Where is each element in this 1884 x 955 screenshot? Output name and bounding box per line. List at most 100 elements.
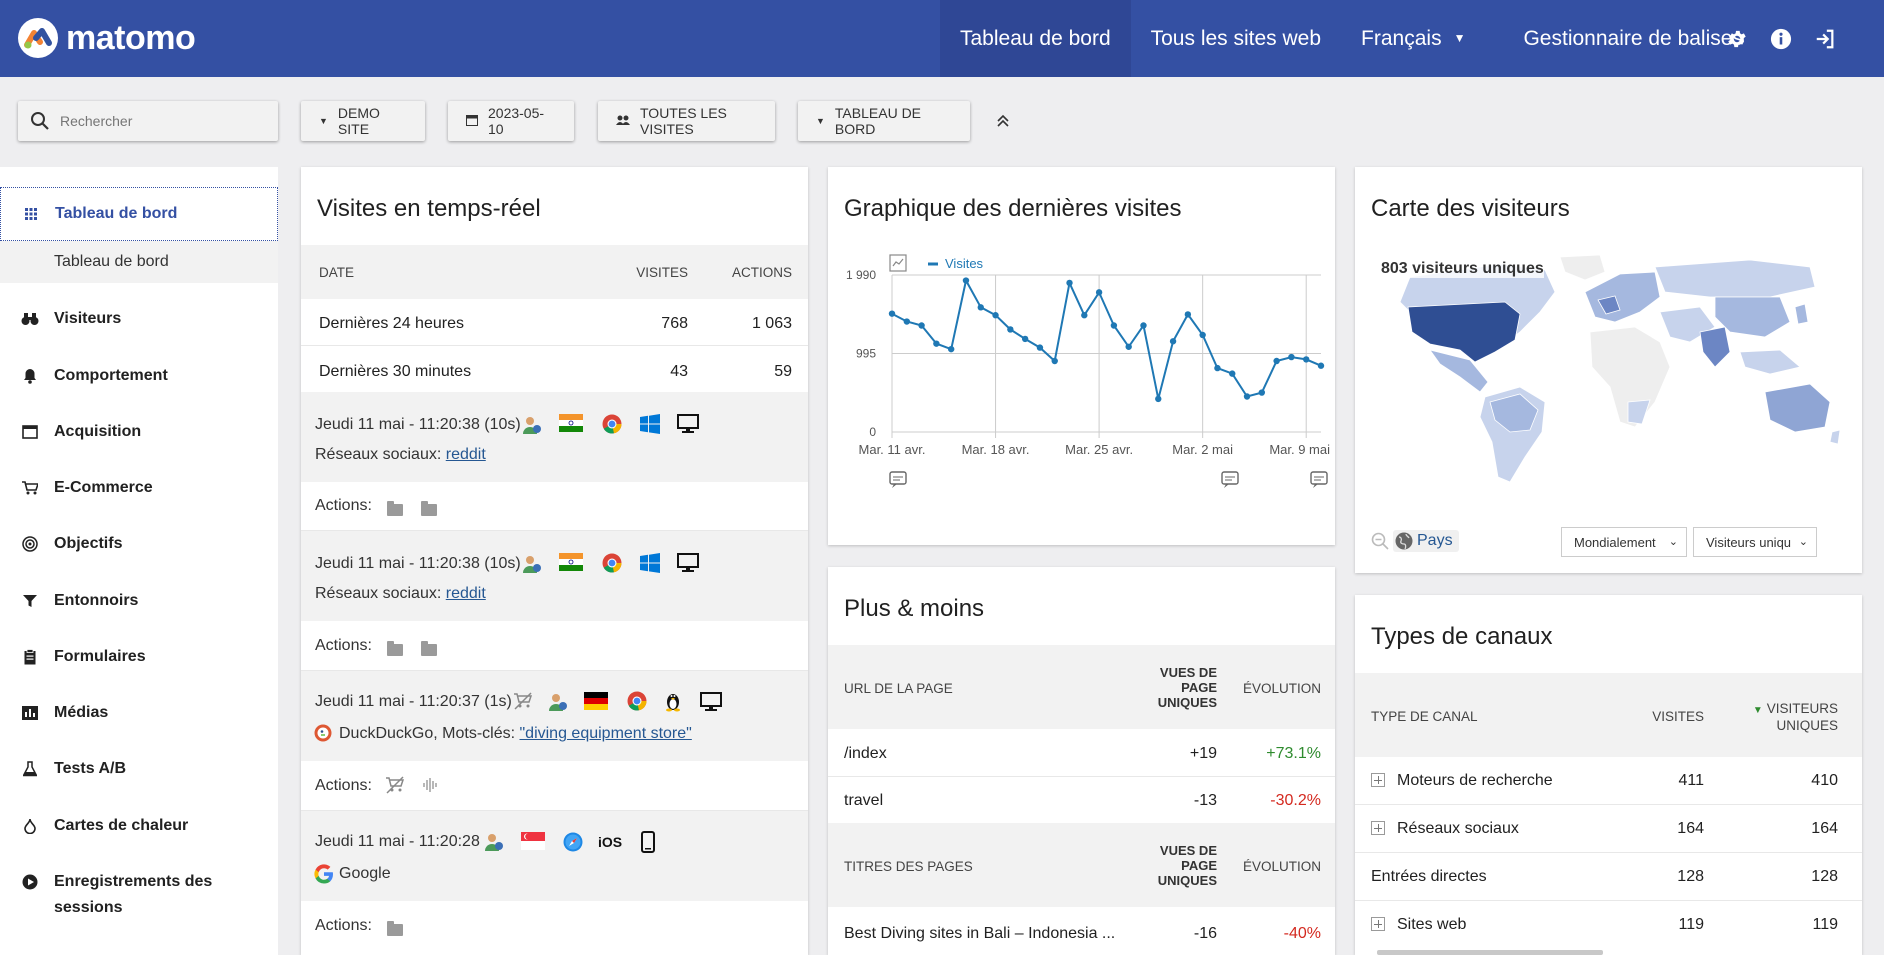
- desktop-icon: [677, 553, 699, 575]
- data-point[interactable]: [1243, 393, 1251, 400]
- referrer-link[interactable]: reddit: [446, 585, 486, 602]
- expand-plus-icon[interactable]: [1371, 773, 1385, 787]
- gear-icon[interactable]: [1715, 17, 1759, 61]
- info-icon[interactable]: [1759, 17, 1803, 61]
- annotation-icon[interactable]: [889, 471, 907, 488]
- world-map[interactable]: [1370, 252, 1850, 492]
- data-point[interactable]: [1066, 279, 1073, 287]
- horizontal-scrollbar[interactable]: [1377, 950, 1603, 955]
- sidebar-item-dashboard[interactable]: Tableau de bord: [0, 187, 278, 241]
- data-point[interactable]: [1021, 335, 1029, 343]
- sidebar-item-media[interactable]: Médias: [0, 698, 278, 728]
- site-selector[interactable]: ▼ DEMO SITE: [301, 101, 425, 141]
- data-point[interactable]: [1155, 395, 1162, 403]
- column-header-unique-visitors[interactable]: ▼ VISITEURS UNIQUES: [1746, 701, 1838, 733]
- chart-y-ticks: 1 990 995 0: [846, 268, 876, 439]
- data-point[interactable]: [1081, 312, 1088, 319]
- segment-selector[interactable]: TOUTES LES VISITES: [598, 101, 775, 141]
- data-point[interactable]: [1214, 364, 1221, 372]
- nav-dashboard[interactable]: Tableau de bord: [940, 0, 1131, 77]
- data-point[interactable]: [933, 340, 940, 347]
- data-point[interactable]: [1125, 343, 1132, 350]
- folder-icon[interactable]: [421, 641, 437, 656]
- data-point[interactable]: [1036, 344, 1044, 351]
- sidebar-item-ab-tests[interactable]: Tests A/B: [0, 754, 278, 784]
- data-point[interactable]: [888, 310, 896, 317]
- dashboard-selector[interactable]: ▼ TABLEAU DE BORD: [798, 101, 970, 141]
- date-selector[interactable]: 2023-05-10: [448, 101, 574, 141]
- data-point[interactable]: [1303, 356, 1310, 363]
- visits-graph-widget: Graphique des dernières visites Visites …: [828, 167, 1335, 545]
- visits-line-chart[interactable]: Visites 1 990 995 0 Mar. 11 avr. Mar. 18 av…: [828, 252, 1335, 502]
- sidebar-item-forms[interactable]: Formulaires: [0, 642, 278, 672]
- widget-title: Types de canaux: [1371, 623, 1553, 650]
- region-japan[interactable]: [1794, 303, 1809, 325]
- region-russia[interactable]: [1654, 259, 1816, 298]
- sidebar-item-session-recordings[interactable]: Enregistrements des sessions: [0, 867, 278, 916]
- region-china[interactable]: [1714, 296, 1791, 338]
- expand-plus-icon[interactable]: [1371, 821, 1385, 835]
- referrer-link[interactable]: reddit: [446, 446, 486, 463]
- region-southeast-asia[interactable]: [1739, 349, 1801, 375]
- data-point[interactable]: [947, 345, 955, 353]
- metric-select[interactable]: Visiteurs uniqu ⌄: [1693, 527, 1817, 557]
- region-europe[interactable]: [1584, 271, 1661, 323]
- region-new-zealand[interactable]: [1829, 429, 1841, 445]
- search-box[interactable]: [18, 101, 278, 141]
- annotation-icon[interactable]: [1310, 471, 1328, 488]
- data-point[interactable]: [1288, 353, 1295, 361]
- nav-all-sites[interactable]: Tous les sites web: [1131, 0, 1341, 77]
- region-usa[interactable]: [1407, 301, 1521, 363]
- data-point[interactable]: [1273, 357, 1280, 365]
- folder-icon[interactable]: [421, 501, 437, 516]
- region-australia[interactable]: [1764, 383, 1831, 433]
- visit-entry[interactable]: Jeudi 11 mai - 11:20:28 iOS Google: [301, 811, 808, 901]
- data-point[interactable]: [1095, 289, 1103, 296]
- collapse-chevron-up-icon[interactable]: [990, 108, 1016, 134]
- no-cart-icon[interactable]: [385, 776, 407, 798]
- folder-icon[interactable]: [387, 641, 403, 656]
- pays-button[interactable]: Pays: [1393, 530, 1459, 552]
- data-point[interactable]: [1007, 326, 1014, 333]
- data-point[interactable]: [992, 312, 999, 319]
- zoom-out-icon[interactable]: [1371, 532, 1389, 555]
- search-input[interactable]: [60, 113, 260, 129]
- region-select[interactable]: Mondialement ⌄: [1561, 527, 1687, 557]
- data-point[interactable]: [1258, 389, 1266, 396]
- sidebar-item-ecommerce[interactable]: E-Commerce: [0, 473, 278, 503]
- visit-entry[interactable]: Jeudi 11 mai - 11:20:38 (10s) Réseaux so…: [301, 392, 808, 482]
- data-point[interactable]: [918, 322, 925, 329]
- audio-wave-icon[interactable]: [421, 776, 443, 798]
- folder-icon[interactable]: [387, 501, 403, 516]
- sidebar-item-behaviour[interactable]: Comportement: [0, 361, 278, 391]
- data-point[interactable]: [1140, 322, 1147, 329]
- folder-icon[interactable]: [387, 921, 403, 936]
- region-greenland[interactable]: [1559, 254, 1606, 281]
- data-point[interactable]: [1229, 370, 1236, 377]
- data-point[interactable]: [1199, 331, 1206, 339]
- sidebar-item-visitors[interactable]: Visiteurs: [0, 304, 278, 334]
- linux-icon: [664, 690, 686, 712]
- sidebar-item-heatmaps[interactable]: Cartes de chaleur: [0, 811, 278, 841]
- referrer-link[interactable]: "diving equipment store": [519, 725, 691, 742]
- data-point[interactable]: [903, 318, 910, 325]
- visit-entry[interactable]: Jeudi 11 mai - 11:20:37 (1s) DuckDuckGo,…: [301, 671, 808, 761]
- visit-entry[interactable]: Jeudi 11 mai - 11:20:38 (10s) Réseaux so…: [301, 531, 808, 621]
- region-india[interactable]: [1699, 326, 1731, 368]
- nav-language[interactable]: Français ▼: [1341, 0, 1485, 77]
- matomo-logo[interactable]: matomo: [18, 18, 196, 58]
- sidebar-item-funnels[interactable]: Entonnoirs: [0, 586, 278, 616]
- data-point[interactable]: [1169, 338, 1177, 345]
- data-point[interactable]: [1110, 322, 1118, 329]
- data-point[interactable]: [977, 304, 984, 311]
- data-point[interactable]: [962, 277, 970, 284]
- sidebar-subitem-dashboard[interactable]: Tableau de bord: [0, 241, 278, 283]
- annotation-icon[interactable]: [1221, 471, 1239, 488]
- sidebar-item-acquisition[interactable]: Acquisition: [0, 417, 278, 447]
- expand-plus-icon[interactable]: [1371, 917, 1385, 931]
- data-point[interactable]: [1184, 311, 1192, 318]
- data-point[interactable]: [1051, 357, 1058, 365]
- sign-out-icon[interactable]: [1803, 17, 1847, 61]
- data-point[interactable]: [1317, 362, 1325, 369]
- sidebar-item-goals[interactable]: Objectifs: [0, 529, 278, 559]
